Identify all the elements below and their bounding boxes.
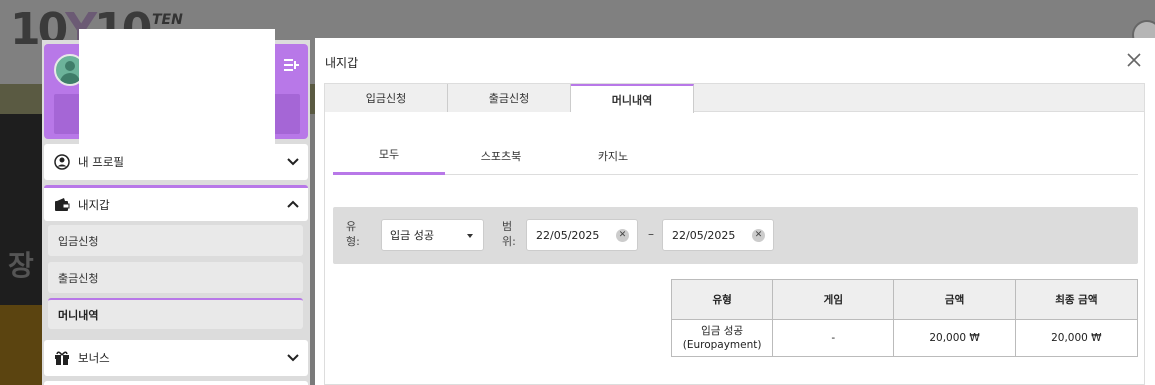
date-to-value: 22/05/2025 bbox=[672, 228, 736, 242]
clear-icon[interactable]: ✕ bbox=[752, 229, 765, 242]
sidebar-subitem-deposit[interactable]: 입금신청 bbox=[48, 225, 303, 256]
sidebar-item-label: 내 프로필 bbox=[78, 155, 124, 169]
type-filter-label: 유 형: bbox=[346, 219, 366, 249]
wallet-modal: 내지갑 입금신청 출금신청 머니내역 모두 스포츠북 카지노 유 형: 입금 성… bbox=[315, 38, 1155, 385]
gift-icon bbox=[54, 350, 70, 366]
subtab-sportsbook[interactable]: 스포츠북 bbox=[445, 136, 557, 175]
sidebar-item-profile[interactable]: 내 프로필 bbox=[44, 144, 308, 180]
col-header-amount: 금액 bbox=[893, 279, 1016, 320]
clear-icon[interactable]: ✕ bbox=[616, 229, 629, 242]
background-banner: 장 bbox=[0, 114, 42, 385]
chevron-up-icon bbox=[287, 200, 299, 208]
date-from-value: 22/05/2025 bbox=[536, 228, 600, 242]
background-glyph: 장 bbox=[8, 249, 34, 282]
site-logo-sub: TEN bbox=[152, 12, 183, 28]
profile-redacted-area bbox=[79, 29, 275, 145]
subtab-casino[interactable]: 카지노 bbox=[557, 136, 669, 175]
filter-bar: 유 형: 입금 성공 범 위: 22/05/2025 ✕ – 22/05/202… bbox=[333, 207, 1138, 264]
sidebar-item-label: 내지갑 bbox=[78, 197, 110, 212]
modal-title: 내지갑 bbox=[325, 56, 359, 70]
type-filter-label-line: 유 bbox=[346, 220, 357, 233]
cell-final-amount: 20,000 ₩ bbox=[1014, 319, 1139, 357]
table-row: 입금 성공 (Europayment) - 20,000 ₩ 20,000 ₩ bbox=[670, 319, 1139, 357]
chevron-down-icon bbox=[287, 158, 299, 166]
sidebar-subitem-label: 출금신청 bbox=[58, 271, 99, 285]
history-subtabs: 모두 스포츠북 카지노 bbox=[333, 136, 1138, 175]
sidebar-collapse-icon[interactable] bbox=[282, 56, 300, 74]
range-filter-label: 범 위: bbox=[502, 219, 522, 249]
account-sidebar: 내 프로필 내지갑 입금신청 출금신청 머니내역 보너스 bbox=[42, 29, 310, 385]
sidebar-item-label: 보너스 bbox=[78, 351, 110, 365]
date-from-field[interactable]: 22/05/2025 ✕ bbox=[526, 219, 638, 251]
wallet-icon bbox=[54, 197, 70, 213]
sidebar-item-next[interactable] bbox=[44, 381, 308, 385]
close-icon[interactable] bbox=[1127, 53, 1141, 67]
cell-game: - bbox=[772, 319, 895, 357]
sidebar-subitem-withdraw[interactable]: 출금신청 bbox=[48, 262, 303, 293]
history-table: 유형 게임 금액 최종 금액 입금 성공 (Europayment) - 20,… bbox=[670, 279, 1139, 357]
sidebar-item-bonus[interactable]: 보너스 bbox=[44, 340, 308, 376]
cell-type: 입금 성공 (Europayment) bbox=[670, 319, 774, 357]
caret-down-icon bbox=[467, 234, 473, 238]
range-filter-label-line: 위: bbox=[502, 235, 516, 248]
profile-card bbox=[44, 29, 308, 145]
wallet-tabs-panel: 입금신청 출금신청 머니내역 모두 스포츠북 카지노 유 형: 입금 성공 범 … bbox=[324, 83, 1145, 385]
date-to-field[interactable]: 22/05/2025 ✕ bbox=[662, 219, 774, 251]
sidebar-subitem-label: 입금신청 bbox=[58, 234, 99, 248]
sidebar-subitem-label: 머니내역 bbox=[58, 308, 99, 322]
type-select-value: 입금 성공 bbox=[390, 229, 434, 242]
type-select[interactable]: 입금 성공 bbox=[381, 219, 484, 251]
table-header-row: 유형 게임 금액 최종 금액 bbox=[670, 279, 1139, 320]
tab-deposit[interactable]: 입금신청 bbox=[325, 84, 448, 112]
col-header-game: 게임 bbox=[772, 279, 895, 320]
tab-withdraw[interactable]: 출금신청 bbox=[448, 84, 571, 112]
subtab-all[interactable]: 모두 bbox=[333, 136, 445, 175]
type-filter-label-line: 형: bbox=[346, 235, 360, 248]
range-filter-label-line: 범 bbox=[502, 220, 513, 233]
background-blob bbox=[0, 305, 42, 385]
tab-money-history[interactable]: 머니내역 bbox=[571, 84, 694, 113]
wallet-tabs: 입금신청 출금신청 머니내역 bbox=[325, 84, 1144, 113]
cell-amount: 20,000 ₩ bbox=[893, 319, 1016, 357]
cell-type-line: (Europayment) bbox=[682, 339, 762, 351]
user-circle-icon bbox=[54, 154, 70, 170]
date-range-dash: – bbox=[648, 227, 654, 241]
col-header-final-amount: 최종 금액 bbox=[1014, 279, 1139, 320]
chevron-down-icon bbox=[287, 354, 299, 362]
sidebar-subitem-money-history[interactable]: 머니내역 bbox=[48, 298, 303, 329]
cell-type-line: 입금 성공 bbox=[701, 325, 744, 337]
col-header-type: 유형 bbox=[670, 279, 774, 320]
sidebar-item-wallet[interactable]: 내지갑 bbox=[44, 185, 308, 221]
